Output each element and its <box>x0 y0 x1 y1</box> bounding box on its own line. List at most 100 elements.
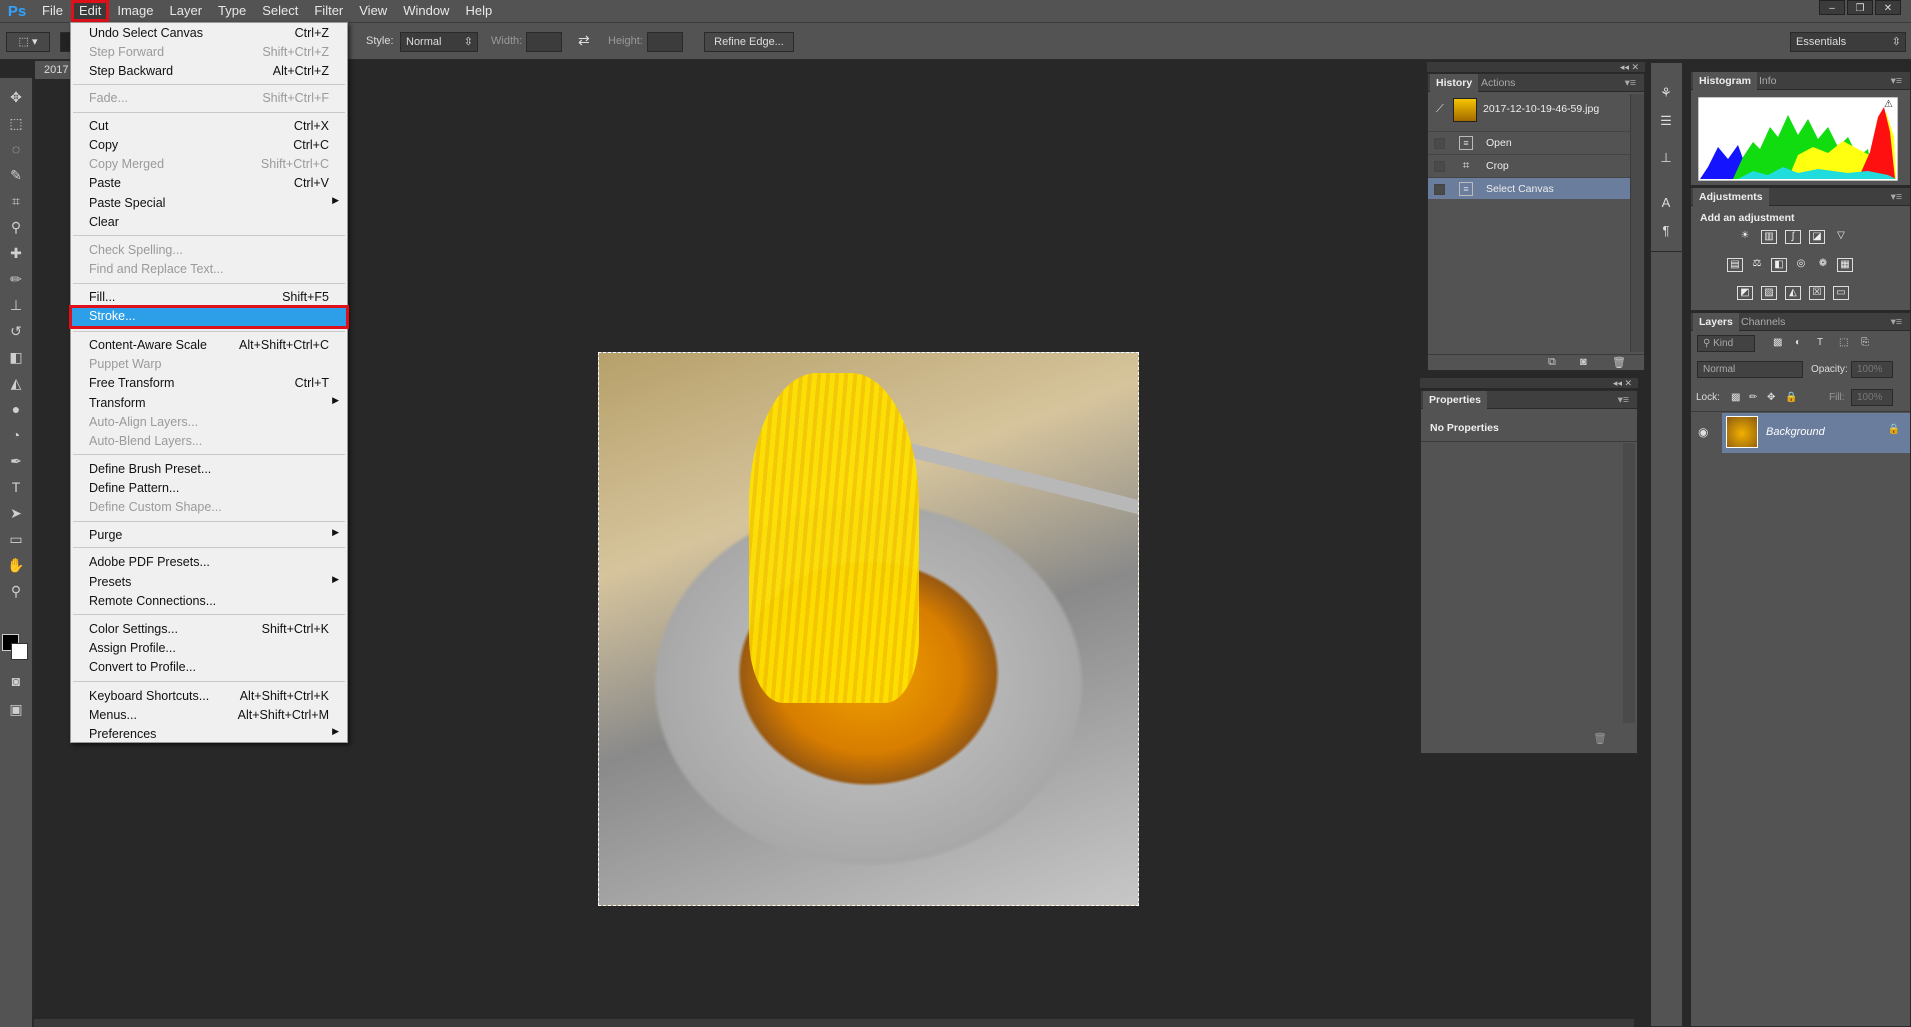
menu-help[interactable]: Help <box>457 0 500 22</box>
menu-item-define-brush-preset[interactable]: Define Brush Preset... <box>71 460 347 479</box>
visibility-eye-icon[interactable]: ◉ <box>1698 425 1708 439</box>
marquee-tool-icon[interactable]: ⬚ <box>4 112 28 134</box>
tab-adjustments[interactable]: Adjustments <box>1693 188 1769 206</box>
gradient-map-icon[interactable]: ▭ <box>1833 286 1849 300</box>
fill-field[interactable]: 100% <box>1851 389 1893 406</box>
shape-tool-icon[interactable]: ▭ <box>4 528 28 550</box>
menu-item-assign-profile[interactable]: Assign Profile... <box>71 639 347 658</box>
panel-menu-icon[interactable]: ▾≡ <box>1885 188 1908 206</box>
menu-item-remote-connections[interactable]: Remote Connections... <box>71 592 347 611</box>
menu-type[interactable]: Type <box>210 0 254 22</box>
panel-menu-icon[interactable]: ▾≡ <box>1612 391 1635 409</box>
close-button[interactable]: ✕ <box>1875 0 1901 15</box>
workspace-select[interactable]: Essentials ⇳ <box>1790 32 1906 52</box>
panel-collapse-strip[interactable]: ◂◂ ✕ <box>1427 62 1645 72</box>
history-scrollbar[interactable] <box>1630 94 1644 352</box>
lock-position-icon[interactable]: ✥ <box>1767 392 1775 403</box>
hand-tool-icon[interactable]: ✋ <box>4 554 28 576</box>
color-balance-icon[interactable]: ⚖ <box>1749 258 1765 272</box>
background-color-swatch[interactable] <box>11 643 28 660</box>
lock-all-icon[interactable]: 🔒 <box>1785 392 1797 403</box>
filter-type-icon[interactable]: T <box>1817 337 1823 348</box>
layer-row[interactable]: Background 🔒 <box>1722 413 1910 453</box>
zoom-tool-icon[interactable]: ⚲ <box>4 580 28 602</box>
history-state-crop[interactable]: ⌗ Crop <box>1428 154 1630 176</box>
menu-item-color-settings[interactable]: Color Settings... Shift+Ctrl+K <box>71 620 347 639</box>
posterize-icon[interactable]: ▨ <box>1761 286 1777 300</box>
menu-item-presets[interactable]: Presets ▶ <box>71 573 347 592</box>
healing-brush-tool-icon[interactable]: ✚ <box>4 242 28 264</box>
photo-filter-icon[interactable]: ◎ <box>1793 258 1809 272</box>
lasso-tool-icon[interactable]: ◌ <box>4 138 28 160</box>
paragraph-icon[interactable]: ¶ <box>1656 221 1676 241</box>
menu-item-step-backward[interactable]: Step Backward Alt+Ctrl+Z <box>71 62 347 81</box>
height-field[interactable] <box>647 32 683 52</box>
hue-saturation-icon[interactable]: ▤ <box>1727 258 1743 272</box>
menu-item-cut[interactable]: Cut Ctrl+X <box>71 117 347 136</box>
width-field[interactable] <box>526 32 562 52</box>
lock-transparent-icon[interactable]: ▩ <box>1731 392 1740 403</box>
menu-item-fill[interactable]: Fill... Shift+F5 <box>71 288 347 307</box>
screen-mode-icon[interactable]: ▣ <box>4 698 28 720</box>
tab-info[interactable]: Info <box>1753 72 1783 90</box>
menu-item-keyboard-shortcuts[interactable]: Keyboard Shortcuts... Alt+Shift+Ctrl+K <box>71 687 347 706</box>
vibrance-icon[interactable]: ▽ <box>1833 230 1849 244</box>
path-selection-tool-icon[interactable]: ➤ <box>4 502 28 524</box>
menu-item-copy-merged[interactable]: Copy Merged Shift+Ctrl+C <box>71 155 347 174</box>
move-tool-icon[interactable]: ✥ <box>4 86 28 108</box>
exposure-icon[interactable]: ◪ <box>1809 230 1825 244</box>
tab-channels[interactable]: Channels <box>1735 313 1791 331</box>
channel-mixer-icon[interactable]: ❁ <box>1815 258 1831 272</box>
paint-bucket-tool-icon[interactable]: ◭ <box>4 372 28 394</box>
clone-stamp-tool-icon[interactable]: ⊥ <box>4 294 28 316</box>
filter-smart-object-icon[interactable]: ⎘ <box>1861 337 1869 348</box>
eyedropper-tool-icon[interactable]: ⚲ <box>4 216 28 238</box>
filter-shape-icon[interactable]: ⬚ <box>1839 337 1848 348</box>
menu-item-check-spelling[interactable]: Check Spelling... <box>71 241 347 260</box>
marquee-preset-picker[interactable]: ⬚ ▾ <box>6 32 50 52</box>
history-snapshot[interactable]: ⟋ 2017-12-10-19-46-59.jpg <box>1428 94 1630 126</box>
brush-presets-icon[interactable]: ⚘ <box>1656 83 1676 103</box>
filter-pixel-icon[interactable]: ▩ <box>1773 337 1782 348</box>
menu-layer[interactable]: Layer <box>162 0 211 22</box>
menu-view[interactable]: View <box>351 0 395 22</box>
menu-item-stroke[interactable]: Stroke... <box>69 305 349 329</box>
history-checkbox[interactable] <box>1434 138 1445 149</box>
history-checkbox[interactable] <box>1434 184 1445 195</box>
tab-properties[interactable]: Properties <box>1423 391 1487 409</box>
history-state-select-canvas[interactable]: ≡ Select Canvas <box>1428 177 1630 199</box>
new-document-from-state-icon[interactable]: ⧉ <box>1548 356 1556 369</box>
menu-item-purge[interactable]: Purge ▶ <box>71 526 347 545</box>
menu-item-fade[interactable]: Fade... Shift+Ctrl+F <box>71 89 347 108</box>
brightness-icon[interactable]: ☀ <box>1737 230 1753 244</box>
restore-button[interactable]: ❐ <box>1847 0 1873 15</box>
style-select[interactable]: Normal ⇳ <box>400 32 478 52</box>
blend-mode-select[interactable]: Normal <box>1697 361 1803 378</box>
menu-item-adobe-pdf-presets[interactable]: Adobe PDF Presets... <box>71 553 347 572</box>
dodge-tool-icon[interactable]: ◔ <box>4 424 28 446</box>
menu-item-auto-blend-layers[interactable]: Auto-Blend Layers... <box>71 432 347 451</box>
menu-select[interactable]: Select <box>254 0 306 22</box>
menu-item-find-replace[interactable]: Find and Replace Text... <box>71 260 347 279</box>
panel-menu-icon[interactable]: ▾≡ <box>1619 74 1642 92</box>
layer-kind-filter[interactable]: ⚲ Kind <box>1697 335 1755 352</box>
menu-item-preferences[interactable]: Preferences ▶ <box>71 725 347 744</box>
menu-item-free-transform[interactable]: Free Transform Ctrl+T <box>71 374 347 393</box>
menu-item-copy[interactable]: Copy Ctrl+C <box>71 136 347 155</box>
tab-actions[interactable]: Actions <box>1475 74 1521 92</box>
minimize-button[interactable]: – <box>1819 0 1845 15</box>
panel-menu-icon[interactable]: ▾≡ <box>1885 72 1908 90</box>
crop-tool-icon[interactable]: ⌗ <box>4 190 28 212</box>
menu-file[interactable]: File <box>34 0 71 22</box>
pen-tool-icon[interactable]: ✒ <box>4 450 28 472</box>
menu-item-content-aware-scale[interactable]: Content-Aware Scale Alt+Shift+Ctrl+C <box>71 336 347 355</box>
color-lookup-icon[interactable]: ▦ <box>1837 258 1853 272</box>
eraser-tool-icon[interactable]: ◧ <box>4 346 28 368</box>
refine-edge-button[interactable]: Refine Edge... <box>704 32 794 52</box>
menu-item-auto-align-layers[interactable]: Auto-Align Layers... <box>71 413 347 432</box>
history-brush-tool-icon[interactable]: ↺ <box>4 320 28 342</box>
blur-tool-icon[interactable]: ● <box>4 398 28 420</box>
document-tab[interactable]: 2017 <box>35 61 71 79</box>
camera-icon[interactable]: ◙ <box>1580 356 1587 368</box>
menu-item-clear[interactable]: Clear <box>71 213 347 232</box>
